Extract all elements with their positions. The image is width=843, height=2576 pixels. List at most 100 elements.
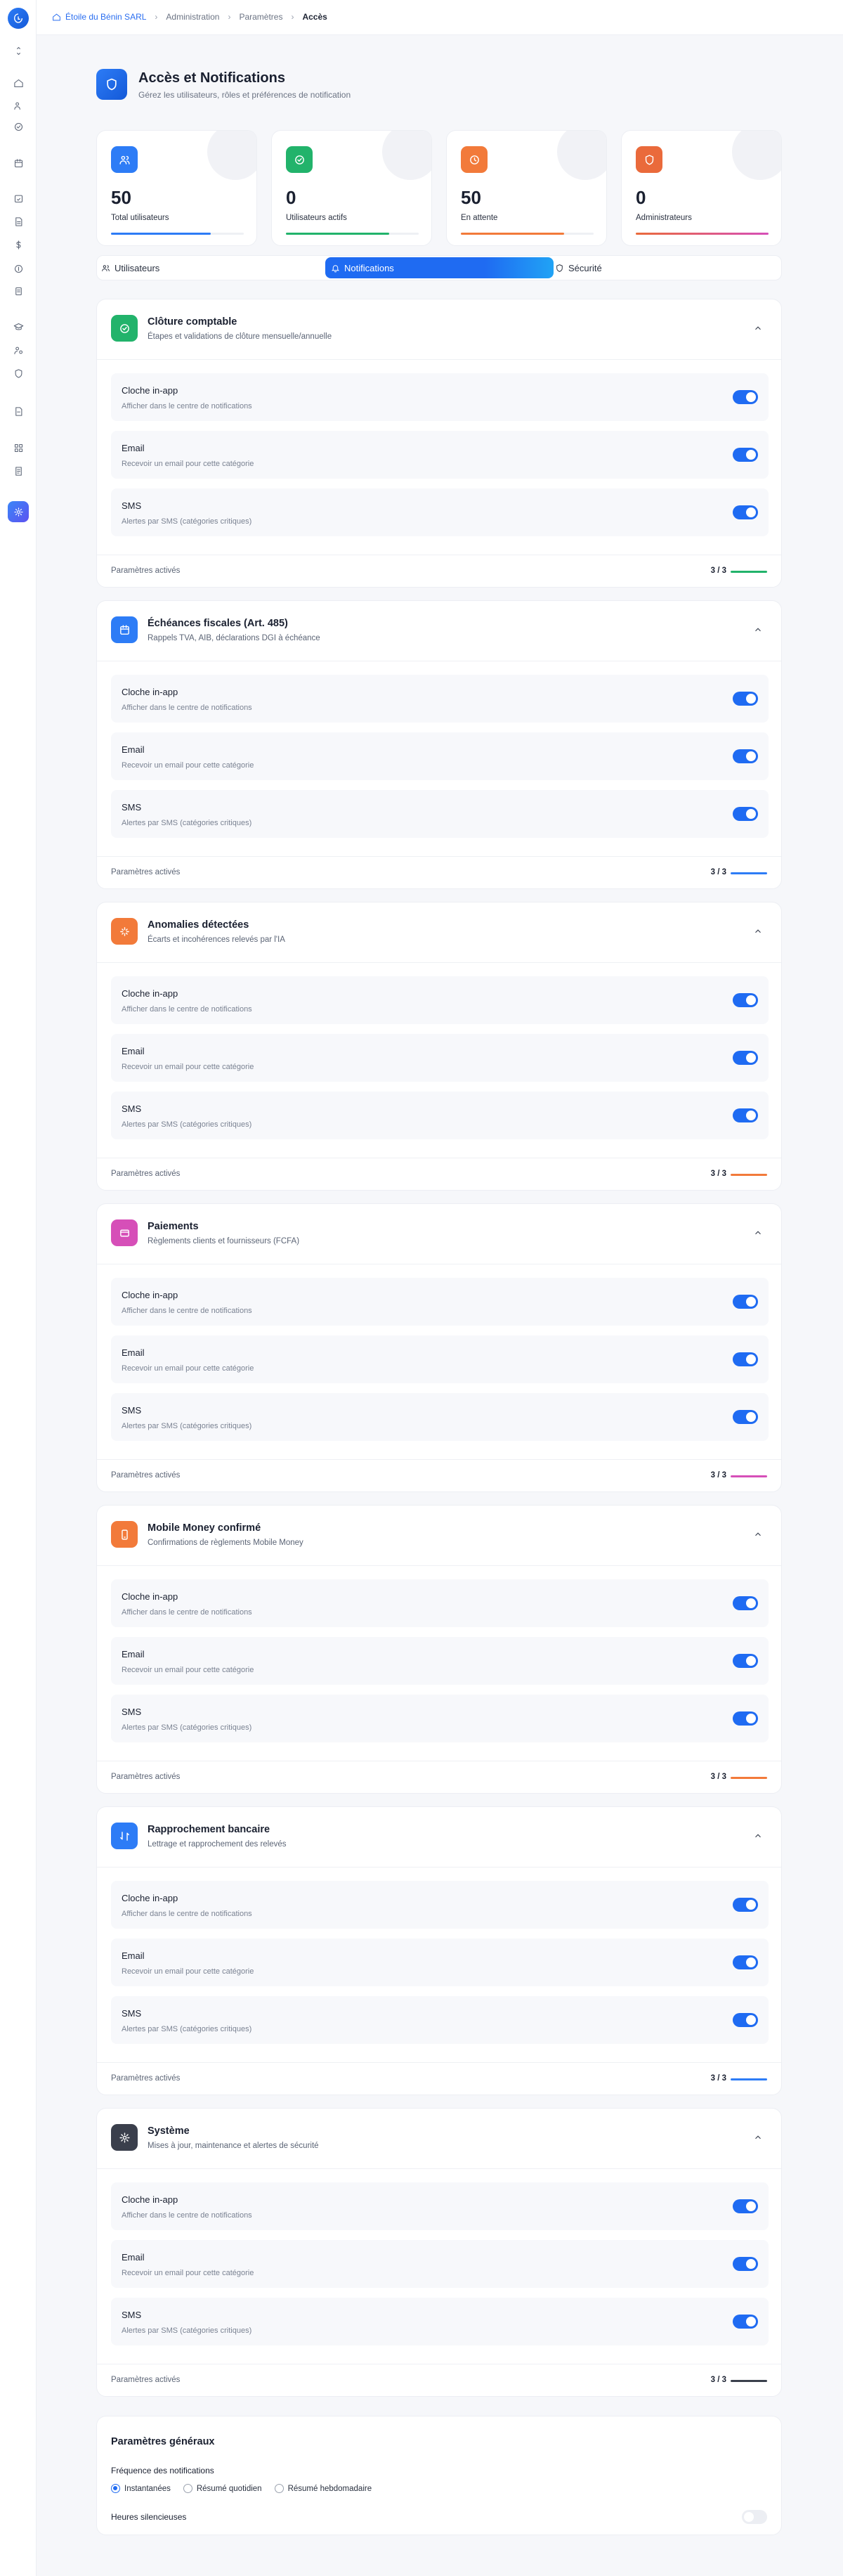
channel-toggle[interactable] [733, 1596, 758, 1610]
channel-toggle[interactable] [733, 2013, 758, 2027]
chevron-up-icon[interactable] [753, 1529, 763, 1539]
channel-toggle[interactable] [733, 1352, 758, 1366]
bell-icon [331, 264, 340, 272]
calendar-icon[interactable] [11, 156, 25, 170]
grid-icon[interactable] [11, 441, 25, 455]
channel-description: Alertes par SMS (catégories critiques) [122, 1723, 252, 1732]
stats-row: 50 Total utilisateurs 0 Utilisateurs actifs… [96, 130, 782, 246]
breadcrumb-parametres[interactable]: Paramètres [239, 12, 282, 22]
channel-description: Recevoir un email pour cette catégorie [122, 1063, 254, 1071]
users-icon[interactable] [11, 98, 25, 112]
tab-notifications[interactable]: Notifications [325, 257, 554, 278]
gear-icon [111, 2124, 138, 2151]
coin-icon[interactable] [11, 261, 25, 276]
channel-toggle[interactable] [733, 1955, 758, 1969]
tab-scurit[interactable]: Sécurité [555, 256, 660, 280]
category-header[interactable]: Anomalies détectées Écarts et incohérence… [97, 902, 781, 963]
channel-toggle[interactable] [733, 1410, 758, 1424]
chevron-up-icon[interactable] [753, 926, 763, 936]
category-header[interactable]: Paiements Règlements clients et fournisse… [97, 1204, 781, 1264]
collapse-sidebar-icon[interactable] [11, 44, 25, 58]
channel-toggle[interactable] [733, 807, 758, 821]
channel-toggle[interactable] [733, 2315, 758, 2329]
tab-utilisateurs[interactable]: Utilisateurs [101, 256, 207, 280]
channel-description: Afficher dans le centre de notifications [122, 1005, 252, 1014]
receipt-icon[interactable] [11, 284, 25, 298]
channel-toggle[interactable] [733, 2199, 758, 2213]
channel-description: Afficher dans le centre de notifications [122, 402, 252, 410]
channel-toggle[interactable] [733, 2257, 758, 2271]
channel-row: Email Recevoir un email pour cette catégo… [111, 732, 769, 780]
page-header: Accès et Notifications Gérez les utilisa… [86, 56, 792, 109]
channel-toggle[interactable] [733, 692, 758, 706]
channel-toggle[interactable] [733, 1898, 758, 1912]
general-settings: Paramètres généraux Fréquence des notifi… [96, 2416, 782, 2535]
chevron-up-icon[interactable] [753, 625, 763, 635]
channel-row: SMS Alertes par SMS (catégories critiques… [111, 1996, 769, 2044]
settings-active-icon[interactable] [8, 501, 29, 522]
shield-icon[interactable] [11, 366, 25, 380]
channel-toggle[interactable] [733, 448, 758, 462]
dollar-icon[interactable] [11, 238, 25, 252]
category-header[interactable]: Rapprochement bancaire Lettrage et rappro… [97, 1807, 781, 1868]
enabled-progress [731, 2078, 767, 2080]
category-footer: Paramètres activés 3 / 3 [97, 2364, 781, 2396]
category-header[interactable]: Échéances fiscales (Art. 485) Rappels TVA… [97, 601, 781, 661]
decorative-circle [207, 131, 256, 180]
frequency-option[interactable]: Instantanées [111, 2484, 171, 2493]
channel-title: SMS [122, 1103, 142, 1114]
enabled-progress [731, 872, 767, 874]
frequency-option[interactable]: Résumé quotidien [183, 2484, 262, 2493]
channel-toggle[interactable] [733, 390, 758, 404]
home-icon [53, 13, 60, 20]
stat-progress [111, 233, 244, 235]
check-circle-icon[interactable] [11, 119, 25, 134]
calendar-check-icon[interactable] [11, 191, 25, 205]
category-header[interactable]: Mobile Money confirmé Confirmations de rè… [97, 1506, 781, 1566]
category-header[interactable]: Clôture comptable Étapes et validations d… [97, 299, 781, 360]
file-list-icon[interactable] [11, 464, 25, 478]
document-icon[interactable] [11, 214, 25, 228]
category-footer: Paramètres activés 3 / 3 [97, 1761, 781, 1793]
decorative-circle [732, 131, 781, 180]
category-card: Anomalies détectées Écarts et incohérence… [96, 902, 782, 1191]
channel-toggle[interactable] [733, 505, 758, 519]
channel-toggle[interactable] [733, 1051, 758, 1065]
stat-card: 0 Administrateurs [621, 130, 782, 246]
channel-toggle[interactable] [733, 749, 758, 763]
category-card: Système Mises à jour, maintenance et aler… [96, 2108, 782, 2397]
channel-row: Cloche in-app Afficher dans le centre de … [111, 675, 769, 723]
category-header[interactable]: Système Mises à jour, maintenance et aler… [97, 2109, 781, 2169]
channel-toggle[interactable] [733, 1654, 758, 1668]
radio-button[interactable] [274, 2484, 284, 2493]
channel-toggle[interactable] [733, 1711, 758, 1726]
check-circle-icon [286, 146, 313, 173]
user-settings-icon[interactable] [11, 343, 25, 357]
category-subtitle: Confirmations de règlements Mobile Money [148, 1539, 303, 1547]
breadcrumb-home-label: Étoile du Bénin SARL [65, 12, 147, 22]
app-logo-icon[interactable] [8, 8, 29, 29]
category-card: Rapprochement bancaire Lettrage et rappro… [96, 1806, 782, 2095]
report-icon[interactable] [11, 404, 25, 418]
radio-button[interactable] [183, 2484, 192, 2493]
quiet-hours-toggle[interactable] [742, 2510, 767, 2524]
channel-title: Cloche in-app [122, 2194, 178, 2205]
channel-toggle[interactable] [733, 1108, 758, 1122]
chevron-up-icon[interactable] [753, 1831, 763, 1841]
channel-description: Alertes par SMS (catégories critiques) [122, 517, 252, 526]
radio-button[interactable] [111, 2484, 120, 2493]
decorative-circle [557, 131, 606, 180]
decorative-circle [382, 131, 431, 180]
chevron-up-icon[interactable] [753, 323, 763, 333]
graduation-icon[interactable] [11, 320, 25, 334]
category-subtitle: Rappels TVA, AIB, déclarations DGI à éch… [148, 634, 320, 642]
frequency-option[interactable]: Résumé hebdomadaire [274, 2484, 372, 2493]
breadcrumb-administration[interactable]: Administration [166, 12, 219, 22]
channel-toggle[interactable] [733, 993, 758, 1007]
channel-toggle[interactable] [733, 1295, 758, 1309]
home-icon[interactable] [11, 76, 25, 90]
chevron-up-icon[interactable] [753, 1228, 763, 1238]
channel-row: SMS Alertes par SMS (catégories critiques… [111, 1695, 769, 1742]
chevron-up-icon[interactable] [753, 2132, 763, 2142]
breadcrumb-home[interactable]: Étoile du Bénin SARL [52, 12, 146, 22]
